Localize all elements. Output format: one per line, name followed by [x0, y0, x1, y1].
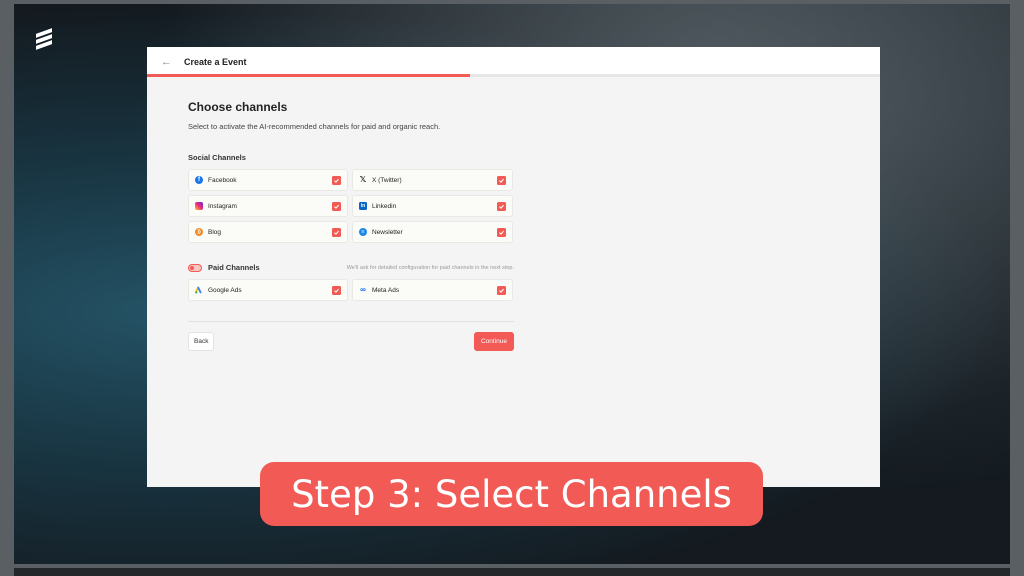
checkbox-blog[interactable] [332, 227, 341, 237]
bottom-strip [14, 568, 1010, 576]
checkbox-facebook[interactable] [332, 175, 341, 185]
checkbox-newsletter[interactable] [497, 227, 506, 237]
check-icon [334, 230, 339, 235]
channel-newsletter[interactable]: ≡ Newsletter [352, 221, 513, 243]
paid-channels-note: We'll ask for detailed configuration for… [346, 264, 514, 271]
check-icon [499, 204, 504, 209]
social-channels-label: Social Channels [188, 153, 246, 162]
instagram-icon [195, 202, 203, 210]
channel-label: X (Twitter) [372, 176, 402, 184]
divider [188, 321, 514, 322]
back-arrow-icon[interactable]: ← [161, 56, 172, 68]
form-actions: Back Continue [188, 332, 514, 351]
check-icon [499, 230, 504, 235]
channel-label: Instagram [208, 202, 237, 210]
social-channels-grid: f Facebook 𝕏 X (Twitter) Instagram in Li… [188, 169, 514, 243]
check-icon [499, 288, 504, 293]
channel-linkedin[interactable]: in Linkedin [352, 195, 513, 217]
google-ads-icon [195, 286, 203, 294]
rss-icon: )) [195, 228, 203, 236]
check-icon [334, 178, 339, 183]
paid-channels-grid: Google Ads ∞ Meta Ads [188, 279, 514, 301]
paid-channels-header: Paid Channels We'll ask for detailed con… [188, 263, 514, 272]
page-header-title: Create a Event [184, 57, 247, 67]
paid-channels-label: Paid Channels [208, 263, 260, 272]
progress-fill [147, 74, 470, 77]
checkbox-instagram[interactable] [332, 201, 341, 211]
app-window: ← Create a Event Choose channels Select … [147, 47, 880, 487]
facebook-icon: f [195, 176, 203, 184]
check-icon [499, 178, 504, 183]
channel-x-twitter[interactable]: 𝕏 X (Twitter) [352, 169, 513, 191]
top-bar: ← Create a Event [147, 47, 880, 77]
channel-label: Meta Ads [372, 286, 400, 294]
meta-icon: ∞ [360, 285, 366, 294]
check-icon [334, 204, 339, 209]
channel-facebook[interactable]: f Facebook [188, 169, 348, 191]
channel-meta-ads[interactable]: ∞ Meta Ads [352, 279, 513, 301]
checkbox-google-ads[interactable] [332, 285, 341, 295]
newsletter-icon: ≡ [359, 228, 367, 236]
page-title: Choose channels [188, 100, 288, 114]
channel-label: Facebook [208, 176, 237, 184]
channel-blog[interactable]: )) Blog [188, 221, 348, 243]
channel-google-ads[interactable]: Google Ads [188, 279, 348, 301]
continue-button[interactable]: Continue [474, 332, 514, 351]
page-subtitle: Select to activate the AI-recommended ch… [188, 122, 441, 131]
checkbox-x-twitter[interactable] [497, 175, 506, 185]
back-button[interactable]: Back [188, 332, 215, 351]
step-caption: Step 3: Select Channels [260, 462, 763, 526]
checkbox-linkedin[interactable] [497, 201, 506, 211]
channel-form: Choose channels Select to activate the A… [188, 100, 514, 351]
checkbox-meta-ads[interactable] [497, 285, 506, 295]
check-icon [334, 288, 339, 293]
channel-label: Google Ads [208, 286, 242, 294]
progress-bar [147, 74, 880, 77]
channel-label: Blog [208, 228, 222, 236]
paid-channels-toggle[interactable] [188, 263, 202, 272]
channel-label: Linkedin [372, 202, 397, 210]
channel-label: Newsletter [372, 228, 403, 236]
channel-instagram[interactable]: Instagram [188, 195, 348, 217]
linkedin-icon: in [359, 202, 367, 210]
x-twitter-icon: 𝕏 [359, 175, 367, 184]
brand-logo-icon [36, 28, 54, 50]
